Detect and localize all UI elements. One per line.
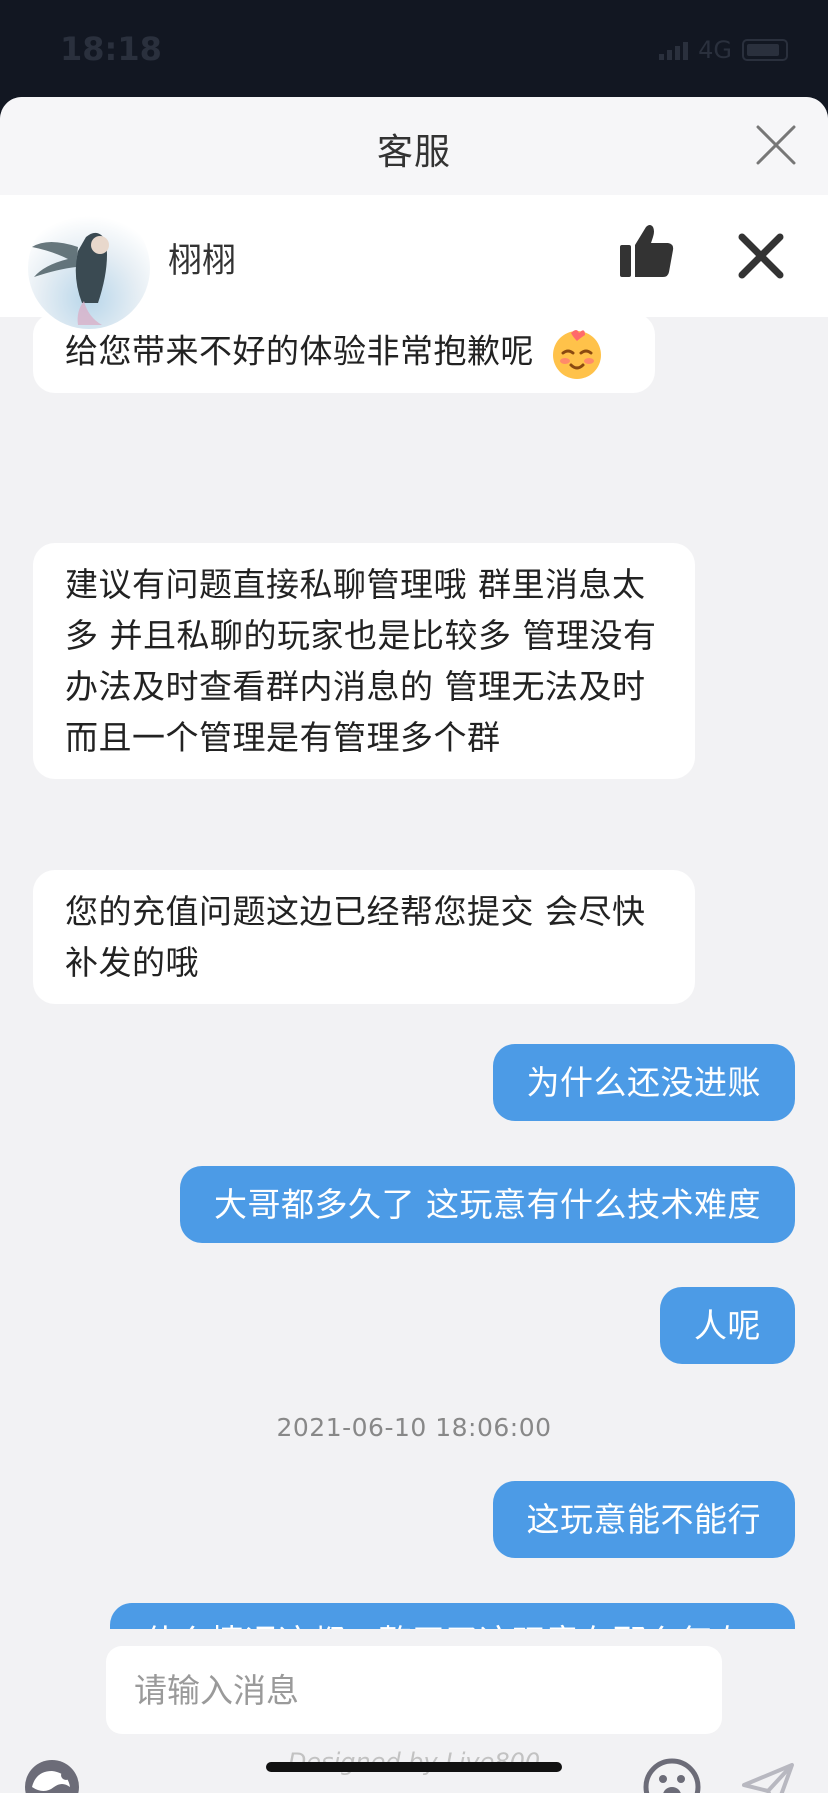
avatar	[28, 207, 150, 329]
network-label: 4G	[698, 36, 732, 64]
close-icon[interactable]	[736, 231, 786, 281]
thumbs-up-icon[interactable]	[618, 223, 676, 281]
message-text: 人呢	[694, 1306, 761, 1345]
message-bubble-outgoing: 这玩意能不能行	[492, 1481, 795, 1558]
message-text: 这玩意能不能行	[526, 1500, 761, 1539]
sheet-title: 客服	[376, 132, 451, 173]
message-bubble-incoming: 给您带来不好的体验非常抱歉呢	[33, 317, 655, 393]
message-bubble-outgoing: 大哥都多久了 这玩意有什么技术难度	[180, 1166, 795, 1243]
smiling-emoji-icon	[553, 330, 601, 379]
message-input[interactable]	[106, 1646, 722, 1734]
avatar-image	[32, 232, 109, 325]
message-timestamp: 2021-06-10 18:06:00	[276, 1413, 552, 1442]
signal-icon	[659, 40, 689, 60]
home-indicator[interactable]	[266, 1762, 562, 1772]
status-time: 18:18	[60, 30, 162, 68]
battery-icon	[742, 39, 788, 61]
message-bubble-outgoing: 人呢	[660, 1287, 795, 1364]
status-bar: 18:18 4G	[0, 0, 828, 100]
message-bubble-outgoing: 为什么还没进账	[492, 1044, 795, 1121]
message-text: 建议有问题直接私聊管理哦 群里消息太多 并且私聊的玩家也是比较多 管理没有办法及…	[65, 565, 657, 757]
message-bubble-incoming: 建议有问题直接私聊管理哦 群里消息太多 并且私聊的玩家也是比较多 管理没有办法及…	[33, 543, 695, 779]
message-text: 给您带来不好的体验非常抱歉呢	[65, 331, 534, 371]
message-text: 为什么还没进账	[526, 1063, 761, 1102]
message-bubble-incoming: 您的充值问题这边已经帮您提交 会尽快补发的哦	[33, 870, 695, 1004]
close-icon[interactable]	[752, 121, 800, 169]
sheet-header: 客服	[0, 97, 828, 195]
agent-name: 栩栩	[168, 241, 236, 281]
emoji-icon[interactable]	[642, 1757, 702, 1793]
message-list[interactable]: 给您带来不好的体验非常抱歉呢 建议有问题直接私聊管理哦 群里消息太多 并且私聊的…	[0, 317, 828, 1727]
status-indicators: 4G	[659, 36, 788, 64]
chat-sheet: 客服 栩栩 给您带来不好的体验非常抱歉呢 建议有问题直接私聊管理哦 群里消息太多…	[0, 97, 828, 1793]
message-text: 您的充值问题这边已经帮您提交 会尽快补发的哦	[65, 892, 646, 982]
message-text: 大哥都多久了 这玩意有什么技术难度	[214, 1185, 761, 1224]
